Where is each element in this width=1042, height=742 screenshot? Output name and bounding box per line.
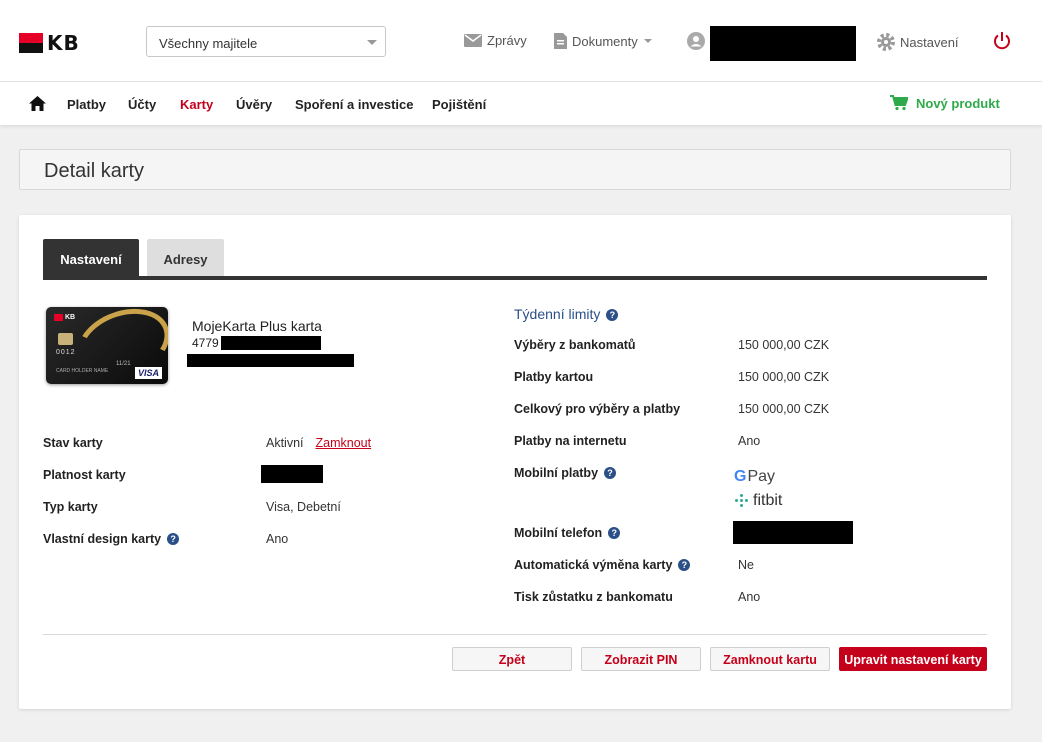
balance-print-label: Tisk zůstatku z bankomatu [514,590,673,604]
lock-link[interactable]: Zamknout [316,436,372,450]
card-number-prefix: 4779 [192,336,219,350]
card-image-number: 0012 [56,349,76,356]
atm-limit-label: Výběry z bankomatů [514,338,636,352]
nav-item-karty[interactable]: Karty [180,97,213,112]
card-kb-logo: KB [54,314,75,321]
edit-card-settings-button[interactable]: Upravit nastavení karty [839,647,987,671]
card-chip [58,333,73,345]
status-label: Stav karty [43,436,103,450]
top-bar: KB Všechny majitele Zprávy Dokumenty Nas… [0,0,1042,82]
validity-label: Platnost karty [43,468,126,482]
owner-select[interactable]: Všechny majitele [146,26,386,57]
total-limit-value: 150 000,00 CZK [738,402,830,416]
total-limit-label: Celkový pro výběry a platby [514,402,681,416]
card-type-label: Typ karty [43,500,98,514]
page-title-box: Detail karty [19,149,1011,190]
tab-underline [43,276,987,280]
card-image: KB 0012 11/21 CARD HOLDER NAME VISA [46,307,168,384]
page-title: Detail karty [44,160,145,182]
document-icon [554,33,567,49]
show-pin-button[interactable]: Zobrazit PIN [581,647,701,671]
owner-select-value: Všechny majitele [159,36,258,51]
card-payment-limit-value: 150 000,00 CZK [738,370,830,384]
internet-payments-label: Platby na internetu [514,434,627,448]
cart-icon [890,95,908,111]
balance-print-value: Ano [738,590,761,604]
messages-label: Zprávy [487,33,527,48]
google-pay-logo: G Pay [734,468,776,485]
documents-menu[interactable]: Dokumenty [554,33,652,49]
fitbit-dots-icon [735,494,749,508]
help-icon[interactable]: ? [167,533,180,545]
tab-adresy[interactable]: Adresy [147,239,224,277]
new-product-link[interactable]: Nový produkt [890,95,1000,111]
logo-text: KB [47,31,80,55]
card-payment-limit-label: Platby kartou [514,370,594,384]
user-name-redacted [710,26,856,61]
divider [43,634,987,635]
nav-item-sporeni[interactable]: Spoření a investice [295,97,414,112]
chevron-down-icon [643,39,652,43]
nav-item-pojisteni[interactable]: Pojištění [432,97,486,112]
phone-redacted [733,521,853,544]
user-avatar-icon[interactable] [687,32,705,50]
logo-mark [19,33,43,53]
nav-item-uvery[interactable]: Úvěry [236,97,272,112]
new-product-label: Nový produkt [916,95,1000,111]
card-type-value: Visa, Debetní [266,500,341,514]
settings-label: Nastavení [900,34,959,50]
kb-logo[interactable]: KB [19,31,80,55]
tab-nastaveni[interactable]: Nastavení [43,239,139,277]
card-image-expiry: 11/21 [116,361,131,367]
nav-item-platby[interactable]: Platby [67,97,106,112]
weekly-limits-title: Týdenní limity? [514,306,619,322]
custom-design-label: Vlastní design karty? [43,532,180,546]
card-number-redacted [221,336,321,350]
auto-replace-value: Ne [738,558,754,572]
envelope-icon [464,34,482,47]
home-icon[interactable] [29,96,46,111]
fitbit-logo: fitbit [735,492,782,510]
help-icon[interactable]: ? [608,527,621,539]
nav-item-ucty[interactable]: Účty [128,97,156,112]
help-icon[interactable]: ? [678,559,691,571]
card-owner-redacted [187,354,354,367]
card-detail-panel: Nastavení Adresy KB 0012 11/21 CARD HOLD… [19,215,1011,709]
messages-link[interactable]: Zprávy [464,33,527,48]
power-icon[interactable] [992,31,1012,51]
back-button[interactable]: Zpět [452,647,572,671]
mobile-payments-label: Mobilní platby? [514,466,617,480]
gear-icon [877,33,895,51]
documents-label: Dokumenty [572,33,638,49]
validity-redacted [261,465,323,483]
status-value: Aktivní [266,436,304,450]
main-nav: Platby Účty Karty Úvěry Spoření a invest… [0,82,1042,125]
card-name: MojeKarta Plus karta [192,318,322,334]
settings-link[interactable]: Nastavení [877,33,959,51]
help-icon[interactable]: ? [604,467,617,479]
status-value-row: Aktivní Zamknout [266,436,371,450]
auto-replace-label: Automatická výměna karty? [514,558,691,572]
internet-payments-value: Ano [738,434,761,448]
atm-limit-value: 150 000,00 CZK [738,338,830,352]
lock-card-button[interactable]: Zamknout kartu [710,647,830,671]
card-image-holder: CARD HOLDER NAME [56,368,109,374]
help-icon[interactable]: ? [606,309,619,321]
mobile-phone-label: Mobilní telefon? [514,526,621,540]
visa-logo: VISA [134,367,162,379]
custom-design-value: Ano [266,532,289,546]
chevron-down-icon [367,40,377,45]
